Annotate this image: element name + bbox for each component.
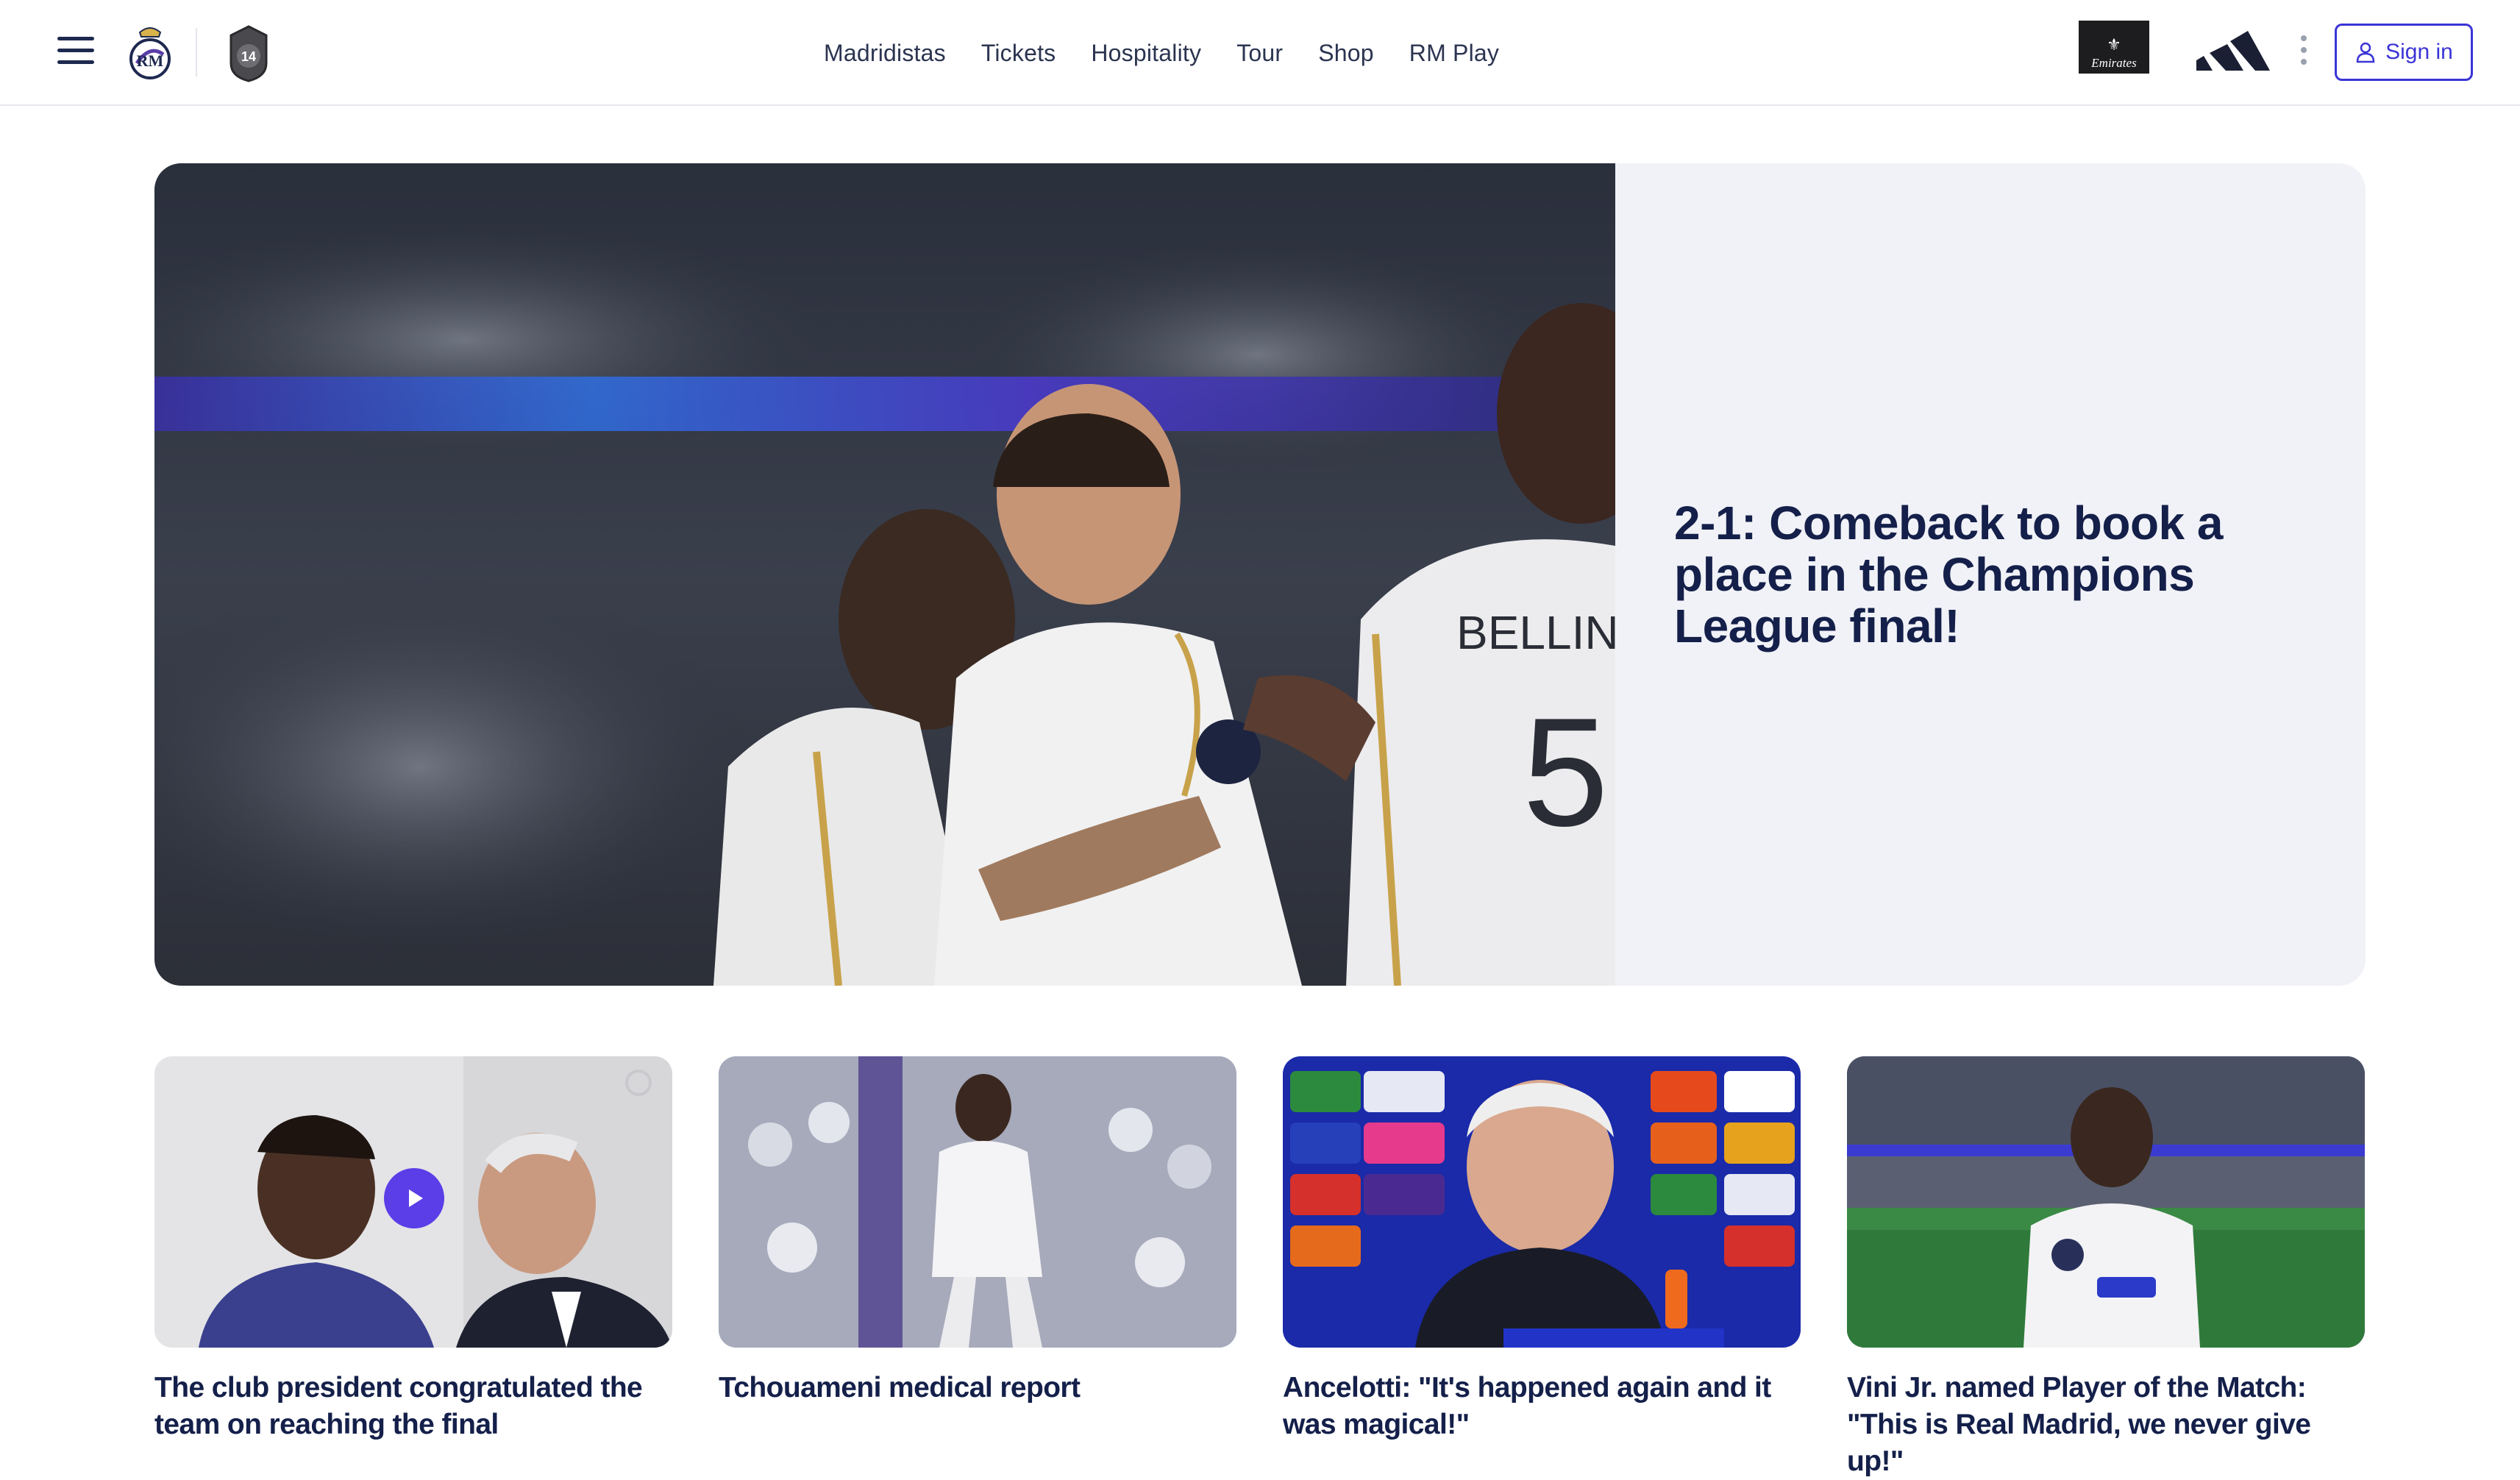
menu-icon[interactable] — [57, 37, 94, 66]
nav-rm-play[interactable]: RM Play — [1409, 40, 1499, 67]
news-card[interactable]: Tchouameni medical report — [719, 1056, 1236, 1406]
news-card[interactable]: The club president congratulated the tea… — [154, 1056, 672, 1443]
hero-image-players-celebrating: BELLINGHA 5 — [154, 163, 1615, 986]
news-image-vinicius-player-of-match — [1847, 1056, 2365, 1348]
news-image-tchouameni — [719, 1056, 1236, 1348]
emirates-emblem-icon: ⚜ — [2107, 35, 2121, 54]
news-card-title[interactable]: Vini Jr. named Player of the Match: "Thi… — [1847, 1370, 2365, 1480]
nav-hospitality[interactable]: Hospitality — [1091, 40, 1201, 67]
news-card[interactable]: Ancelotti: "It's happened again and it w… — [1283, 1056, 1801, 1443]
news-card-image — [1283, 1056, 1801, 1348]
nav-tour[interactable]: Tour — [1236, 40, 1283, 67]
badge-number: 14 — [241, 49, 256, 64]
hero-headline[interactable]: 2-1: Comeback to book a place in the Cha… — [1674, 497, 2321, 652]
news-image-ancelotti-press-conference — [1283, 1056, 1801, 1348]
sign-in-button[interactable]: Sign in — [2335, 24, 2473, 81]
emirates-sponsor-logo[interactable]: ⚜ Emirates — [2079, 21, 2149, 74]
nav-shop[interactable]: Shop — [1318, 40, 1374, 67]
news-card-image — [1847, 1056, 2365, 1348]
nav-tickets[interactable]: Tickets — [981, 40, 1056, 67]
real-madrid-crest-logo[interactable]: RM — [127, 22, 174, 84]
hero-text-panel: 2-1: Comeback to book a place in the Cha… — [1674, 163, 2321, 986]
header-divider — [196, 28, 197, 77]
news-card-title[interactable]: The club president congratulated the tea… — [154, 1370, 672, 1443]
emirates-wordmark: Emirates — [2091, 56, 2137, 70]
news-card-image — [719, 1056, 1236, 1348]
svg-text:RM: RM — [137, 51, 164, 70]
nav-madridistas[interactable]: Madridistas — [824, 40, 946, 67]
site-header: RM 14 Madridistas Tickets Hospitality To… — [0, 0, 2520, 106]
play-icon — [409, 1189, 423, 1207]
news-card-row: The club president congratulated the tea… — [154, 1056, 2366, 1477]
news-card-title[interactable]: Ancelotti: "It's happened again and it w… — [1283, 1370, 1801, 1443]
play-video-button[interactable] — [384, 1168, 444, 1228]
main-nav: Madridistas Tickets Hospitality Tour Sho… — [824, 0, 1499, 106]
more-options-icon[interactable] — [2296, 35, 2311, 71]
news-card[interactable]: Vini Jr. named Player of the Match: "Thi… — [1847, 1056, 2365, 1480]
hero-jersey-number: 5 — [1523, 686, 1609, 858]
hero-feature-card[interactable]: BELLINGHA 5 2-1: Comeback to book a plac… — [154, 163, 2366, 986]
adidas-sponsor-logo[interactable] — [2196, 28, 2270, 71]
news-card-image — [154, 1056, 672, 1348]
champions-14-badge-logo[interactable]: 14 — [225, 22, 272, 84]
hero-jersey-name: BELLINGHA — [1456, 606, 1615, 659]
news-card-title[interactable]: Tchouameni medical report — [719, 1370, 1236, 1406]
sign-in-label: Sign in — [2385, 40, 2453, 64]
user-icon — [2356, 42, 2375, 63]
